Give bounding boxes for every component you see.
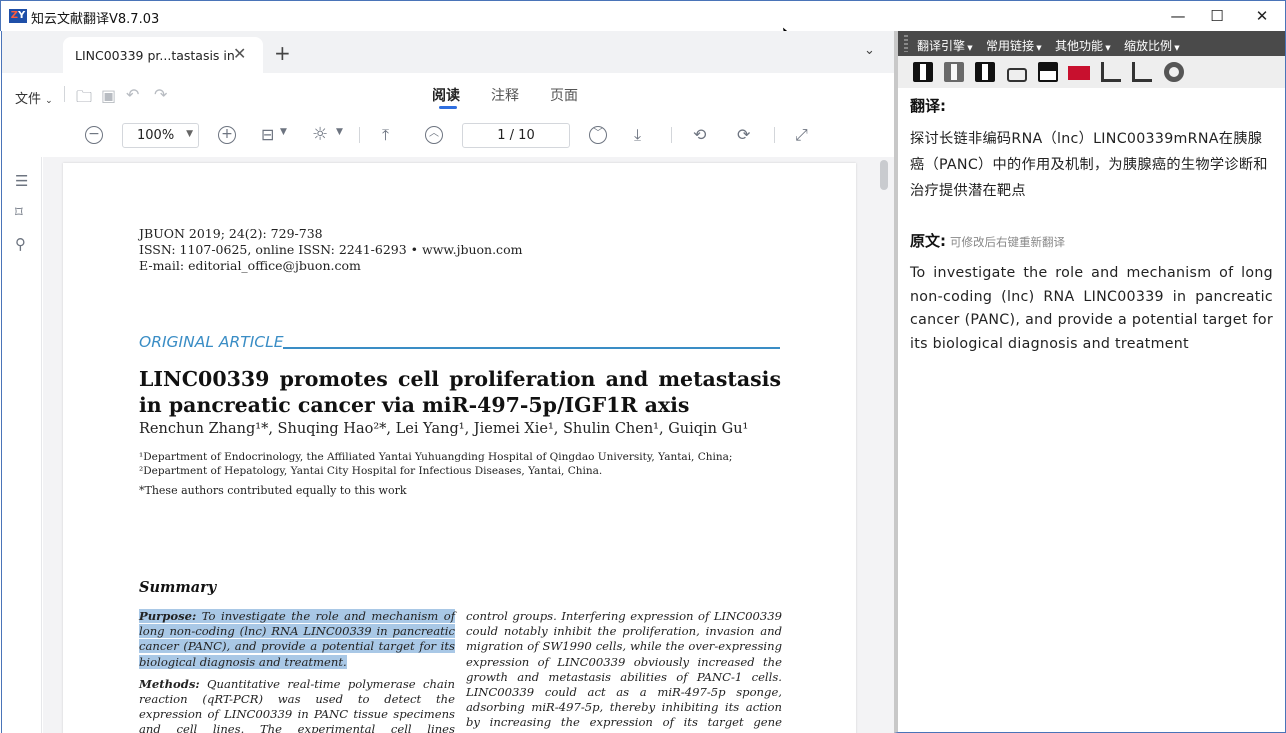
window-top-icon[interactable]	[1038, 62, 1058, 82]
summary-heading: Summary	[139, 579, 217, 596]
document-tab-label: LINC00339 pr...tastasis in	[75, 48, 235, 63]
menu-other-functions[interactable]: 其他功能 ▼	[1055, 37, 1111, 54]
drag-grip-icon[interactable]	[904, 35, 908, 52]
maximize-button[interactable]: ☐	[1202, 5, 1232, 27]
translation-text: 探讨长链非编码RNA（lnc）LINC00339mRNA在胰腺癌（PANC）中的…	[910, 131, 1268, 199]
article-authors: Renchun Zhang¹*, Shuqing Hao²*, Lei Yang…	[139, 421, 749, 437]
first-page-icon[interactable]: ⤒	[382, 125, 389, 145]
open-folder-icon[interactable]: 🗀	[76, 86, 92, 113]
file-menu[interactable]: 文件 ⌄	[15, 88, 53, 107]
journal-email: E-mail: editorial_office@jbuon.com	[139, 258, 361, 273]
article-title: LINC00339 promotes cell proliferation an…	[139, 367, 781, 417]
zoom-out-icon[interactable]: −	[85, 126, 103, 144]
rotate-left-icon[interactable]: ⟲	[693, 125, 706, 144]
journal-issn: ISSN: 1107-0625, online ISSN: 2241-6293 …	[139, 242, 523, 257]
original-hint: 可修改后右键重新翻译	[950, 235, 1065, 249]
next-page-icon[interactable]: ﹀	[589, 126, 607, 144]
title-bar: ZY 知云文献翻译V8.7.03 — ☐ ✕	[0, 0, 1286, 31]
zoom-in-icon[interactable]: +	[218, 126, 236, 144]
unlock-icon[interactable]	[1007, 68, 1027, 82]
journal-citation: JBUON 2019; 24(2): 729-738	[139, 226, 323, 241]
document-tab[interactable]: LINC00339 pr...tastasis in ✕	[63, 37, 263, 73]
layout-three-icon[interactable]	[975, 62, 995, 82]
active-tab-indicator	[439, 106, 457, 109]
purpose-paragraph[interactable]: Purpose: To investigate the role and mec…	[139, 609, 455, 670]
viewer-toolbar: − 100% ▼ + ⊟ ▼ ☼ ▼ ⤒ ︿ 1 / 10 ﹀ ⤓ ⟲ ⟳ ⤢	[2, 115, 895, 157]
chevron-down-icon[interactable]: ▼	[280, 127, 287, 137]
translation-heading: 翻译:	[910, 97, 946, 115]
brightness-icon[interactable]: ☼	[312, 124, 328, 145]
summary-left-column: Purpose: To investigate the role and mec…	[139, 609, 455, 733]
tab-page[interactable]: 页面	[550, 85, 578, 105]
layout-one-icon[interactable]	[913, 62, 933, 82]
redo-icon[interactable]: ↷	[154, 85, 167, 104]
previous-page-icon[interactable]: ︿	[425, 126, 443, 144]
vertical-scrollbar[interactable]	[880, 160, 888, 190]
fullscreen-icon[interactable]: ⤢	[795, 125, 808, 145]
section-rule	[283, 347, 780, 349]
close-window-button[interactable]: ✕	[1247, 5, 1277, 27]
mail-icon[interactable]	[1068, 66, 1090, 80]
minimize-button[interactable]: —	[1163, 5, 1193, 27]
gear-icon[interactable]	[1164, 62, 1184, 82]
add-tab-icon[interactable]: +	[274, 41, 291, 65]
undo-icon[interactable]: ↶	[126, 85, 139, 104]
original-heading: 原文: 可修改后右键重新翻译	[910, 232, 1065, 250]
original-text-editor[interactable]: To investigate the role and mechanism of…	[910, 262, 1273, 356]
menu-bar: 文件 ⌄ 🗀 ▣ ↶ ↷ 阅读 注释 页面	[2, 73, 895, 115]
document-tab-bar: LINC00339 pr...tastasis in ✕ + ⌄	[2, 31, 895, 73]
zoom-select[interactable]: 100% ▼	[122, 123, 199, 148]
chevron-down-icon[interactable]: ⌄	[864, 43, 875, 58]
chevron-down-icon[interactable]: ▼	[336, 127, 343, 137]
crop-icon[interactable]	[1101, 62, 1121, 82]
rotate-right-icon[interactable]: ⟳	[737, 125, 750, 144]
menu-zoom-ratio[interactable]: 缩放比例 ▼	[1124, 37, 1180, 54]
pdf-viewer-pane: LINC00339 pr...tastasis in ✕ + ⌄ 文件 ⌄ 🗀 …	[1, 31, 895, 733]
tab-read[interactable]: 阅读	[432, 85, 460, 105]
pdf-page-area[interactable]: JBUON 2019; 24(2): 729-738 ISSN: 1107-06…	[43, 157, 895, 733]
translation-pane: 翻译引擎 ▼ 常用链接 ▼ 其他功能 ▼ 缩放比例 ▼ 翻译: 探讨长链非编码R…	[894, 31, 1286, 733]
translator-menu-bar: 翻译引擎 ▼ 常用链接 ▼ 其他功能 ▼ 缩放比例 ▼	[898, 31, 1285, 56]
search-icon[interactable]: ⚲	[15, 235, 26, 253]
page-layout-icon[interactable]: ⊟	[261, 125, 274, 144]
chevron-down-icon: ▼	[186, 129, 193, 139]
outline-icon[interactable]: ☰	[15, 172, 28, 190]
save-icon[interactable]: ▣	[101, 86, 116, 105]
bookmark-icon[interactable]: ⌑	[15, 203, 23, 221]
menu-common-links[interactable]: 常用链接 ▼	[986, 37, 1042, 54]
app-logo-icon: ZY	[9, 9, 27, 23]
layout-two-icon[interactable]	[944, 62, 964, 82]
page-number-input[interactable]: 1 / 10	[462, 123, 570, 148]
close-tab-icon[interactable]: ✕	[233, 44, 246, 63]
equal-contribution-note: *These authors contributed equally to th…	[139, 484, 407, 497]
crop-translate-icon[interactable]	[1132, 62, 1152, 82]
summary-right-column[interactable]: control groups. Interfering expression o…	[466, 609, 782, 733]
translator-toolbar	[898, 56, 1285, 88]
methods-paragraph[interactable]: Methods: Quantitative real-time polymera…	[139, 677, 455, 733]
menu-translation-engine[interactable]: 翻译引擎 ▼	[917, 37, 973, 54]
tab-annotate[interactable]: 注释	[491, 85, 519, 105]
article-affiliations: ¹Department of Endocrinology, the Affili…	[139, 451, 733, 477]
viewer-sidebar: ☰ ⌑ ⚲	[2, 157, 42, 733]
last-page-icon[interactable]: ⤓	[634, 125, 641, 145]
section-label: ORIGINAL ARTICLE	[139, 333, 284, 351]
window-title: 知云文献翻译V8.7.03	[31, 12, 160, 27]
pdf-page: JBUON 2019; 24(2): 729-738 ISSN: 1107-06…	[63, 163, 856, 733]
